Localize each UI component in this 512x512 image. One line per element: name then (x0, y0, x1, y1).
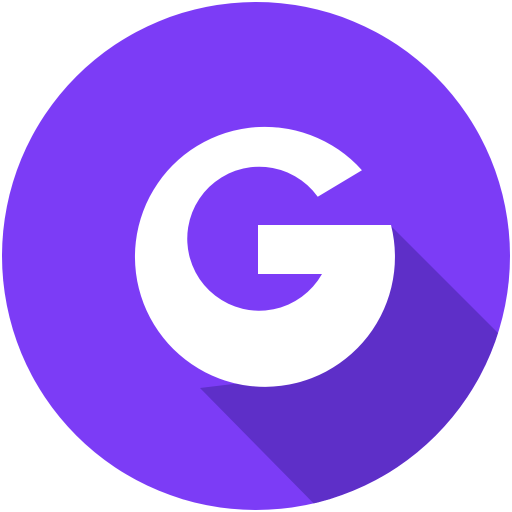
letter-g-logo-icon (2, 2, 510, 510)
logo-canvas (0, 0, 512, 512)
letter-g-glyph (134, 126, 395, 387)
